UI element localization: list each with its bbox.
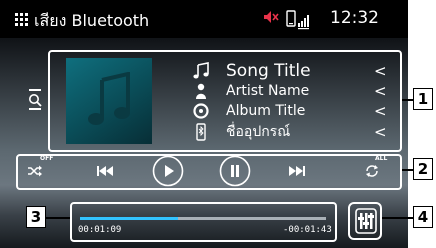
callout-leader xyxy=(402,99,413,101)
clock: 12:32 xyxy=(330,8,379,28)
callout-leader xyxy=(46,217,70,219)
bluetooth-audio-screen: เสียง Bluetooth 12:32 Song Title < Artis… xyxy=(0,0,408,248)
callout-3: 3 xyxy=(26,206,46,228)
progress-frame xyxy=(70,202,337,242)
status-bar: เสียง Bluetooth 12:32 xyxy=(0,0,408,38)
mute-icon xyxy=(264,11,279,23)
controls-frame xyxy=(16,154,402,190)
callout-leader xyxy=(382,217,413,219)
callout-1: 1 xyxy=(413,88,433,110)
screen-title: เสียง Bluetooth xyxy=(34,11,150,30)
grid-menu-icon[interactable] xyxy=(15,13,28,26)
phone-signal-icon xyxy=(286,10,309,30)
callout-2: 2 xyxy=(413,158,433,180)
search-list-icon[interactable] xyxy=(24,85,46,113)
track-info-frame xyxy=(48,50,402,152)
callout-leader xyxy=(402,169,413,171)
callout-4: 4 xyxy=(413,206,433,228)
audio-control-frame xyxy=(348,202,382,240)
